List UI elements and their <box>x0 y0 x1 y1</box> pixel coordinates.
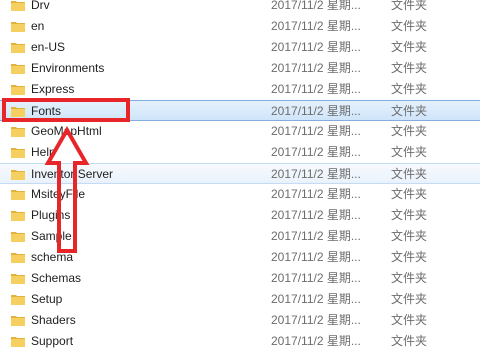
file-type: 文件夹 <box>391 0 428 12</box>
file-type: 文件夹 <box>391 313 428 327</box>
file-row-en-us[interactable]: en-US 2017/11/2 星期... 文件夹 <box>0 37 480 58</box>
file-row-en[interactable]: en 2017/11/2 星期... 文件夹 <box>0 16 480 37</box>
file-type: 文件夹 <box>391 82 428 96</box>
file-type: 文件夹 <box>391 271 428 285</box>
file-date: 2017/11/2 星期... <box>271 0 361 12</box>
folder-icon <box>11 20 25 32</box>
folder-icon <box>11 83 25 95</box>
file-date: 2017/11/2 星期... <box>271 40 361 54</box>
folder-icon <box>11 125 25 137</box>
folder-icon <box>11 209 25 221</box>
annotation-highlight-box <box>2 98 130 122</box>
file-row-schema[interactable]: schema 2017/11/2 星期... 文件夹 <box>0 247 480 268</box>
file-name: MsiteyFile <box>31 187 86 201</box>
file-row-help[interactable]: Help 2017/11/2 星期... 文件夹 <box>0 142 480 163</box>
file-type: 文件夹 <box>391 19 428 33</box>
file-type: 文件夹 <box>391 104 428 118</box>
file-name: Setup <box>31 292 63 306</box>
file-row-schemas[interactable]: Schemas 2017/11/2 星期... 文件夹 <box>0 268 480 289</box>
folder-icon <box>11 188 25 200</box>
folder-icon <box>11 293 25 305</box>
file-row-plugins[interactable]: Plugins 2017/11/2 星期... 文件夹 <box>0 205 480 226</box>
file-name: Shaders <box>31 313 76 327</box>
file-date: 2017/11/2 星期... <box>271 145 361 159</box>
file-row-shaders[interactable]: Shaders 2017/11/2 星期... 文件夹 <box>0 310 480 331</box>
file-date: 2017/11/2 星期... <box>271 187 361 201</box>
folder-icon <box>11 272 25 284</box>
file-name: schema <box>31 250 74 264</box>
file-date: 2017/11/2 星期... <box>271 271 361 285</box>
file-date: 2017/11/2 星期... <box>271 104 361 118</box>
file-row-environments[interactable]: Environments 2017/11/2 星期... 文件夹 <box>0 58 480 79</box>
folder-icon <box>11 251 25 263</box>
file-date: 2017/11/2 星期... <box>271 313 361 327</box>
file-name: Express <box>31 82 75 96</box>
file-name: Inventor Server <box>31 167 114 181</box>
file-name: Support <box>31 334 74 348</box>
file-row-setup[interactable]: Setup 2017/11/2 星期... 文件夹 <box>0 289 480 310</box>
file-date: 2017/11/2 星期... <box>271 229 361 243</box>
file-date: 2017/11/2 星期... <box>271 61 361 75</box>
file-row-geomaphtml[interactable]: GeoMapHtml 2017/11/2 星期... 文件夹 <box>0 121 480 142</box>
folder-icon <box>11 62 25 74</box>
file-name: Drv <box>31 0 50 12</box>
file-row-drv[interactable]: Drv 2017/11/2 星期... 文件夹 <box>0 0 480 16</box>
file-name: Schemas <box>31 271 82 285</box>
file-date: 2017/11/2 星期... <box>271 292 361 306</box>
file-type: 文件夹 <box>391 250 428 264</box>
file-date: 2017/11/2 星期... <box>271 167 361 181</box>
file-date: 2017/11/2 星期... <box>271 124 361 138</box>
file-date: 2017/11/2 星期... <box>271 250 361 264</box>
file-type: 文件夹 <box>391 124 428 138</box>
file-name: Sample <box>31 229 72 243</box>
file-row-msiteyfile[interactable]: MsiteyFile 2017/11/2 星期... 文件夹 <box>0 184 480 205</box>
file-type: 文件夹 <box>391 61 428 75</box>
file-name: en <box>31 19 45 33</box>
file-type: 文件夹 <box>391 187 428 201</box>
file-name: Help <box>31 145 56 159</box>
file-type: 文件夹 <box>391 208 428 222</box>
file-date: 2017/11/2 星期... <box>271 19 361 33</box>
file-list: Drv 2017/11/2 星期... 文件夹 en 2017/11/2 星期.… <box>0 0 480 352</box>
folder-icon <box>11 41 25 53</box>
file-type: 文件夹 <box>391 229 428 243</box>
folder-icon <box>11 230 25 242</box>
folder-icon <box>11 335 25 347</box>
file-date: 2017/11/2 星期... <box>271 82 361 96</box>
file-type: 文件夹 <box>391 334 428 348</box>
folder-icon <box>11 0 25 11</box>
folder-icon <box>11 146 25 158</box>
file-row-support[interactable]: Support 2017/11/2 星期... 文件夹 <box>0 331 480 352</box>
file-row-express[interactable]: Express 2017/11/2 星期... 文件夹 <box>0 79 480 100</box>
file-row-inventor-server[interactable]: Inventor Server 2017/11/2 星期... 文件夹 <box>0 163 480 184</box>
file-date: 2017/11/2 星期... <box>271 334 361 348</box>
file-type: 文件夹 <box>391 145 428 159</box>
file-date: 2017/11/2 星期... <box>271 208 361 222</box>
file-type: 文件夹 <box>391 40 428 54</box>
folder-icon <box>11 168 25 180</box>
file-name: Plugins <box>31 208 71 222</box>
file-type: 文件夹 <box>391 167 428 181</box>
file-name: en-US <box>31 40 66 54</box>
folder-icon <box>11 314 25 326</box>
file-row-sample[interactable]: Sample 2017/11/2 星期... 文件夹 <box>0 226 480 247</box>
file-name: Environments <box>31 61 105 75</box>
file-type: 文件夹 <box>391 292 428 306</box>
file-name: GeoMapHtml <box>31 124 102 138</box>
